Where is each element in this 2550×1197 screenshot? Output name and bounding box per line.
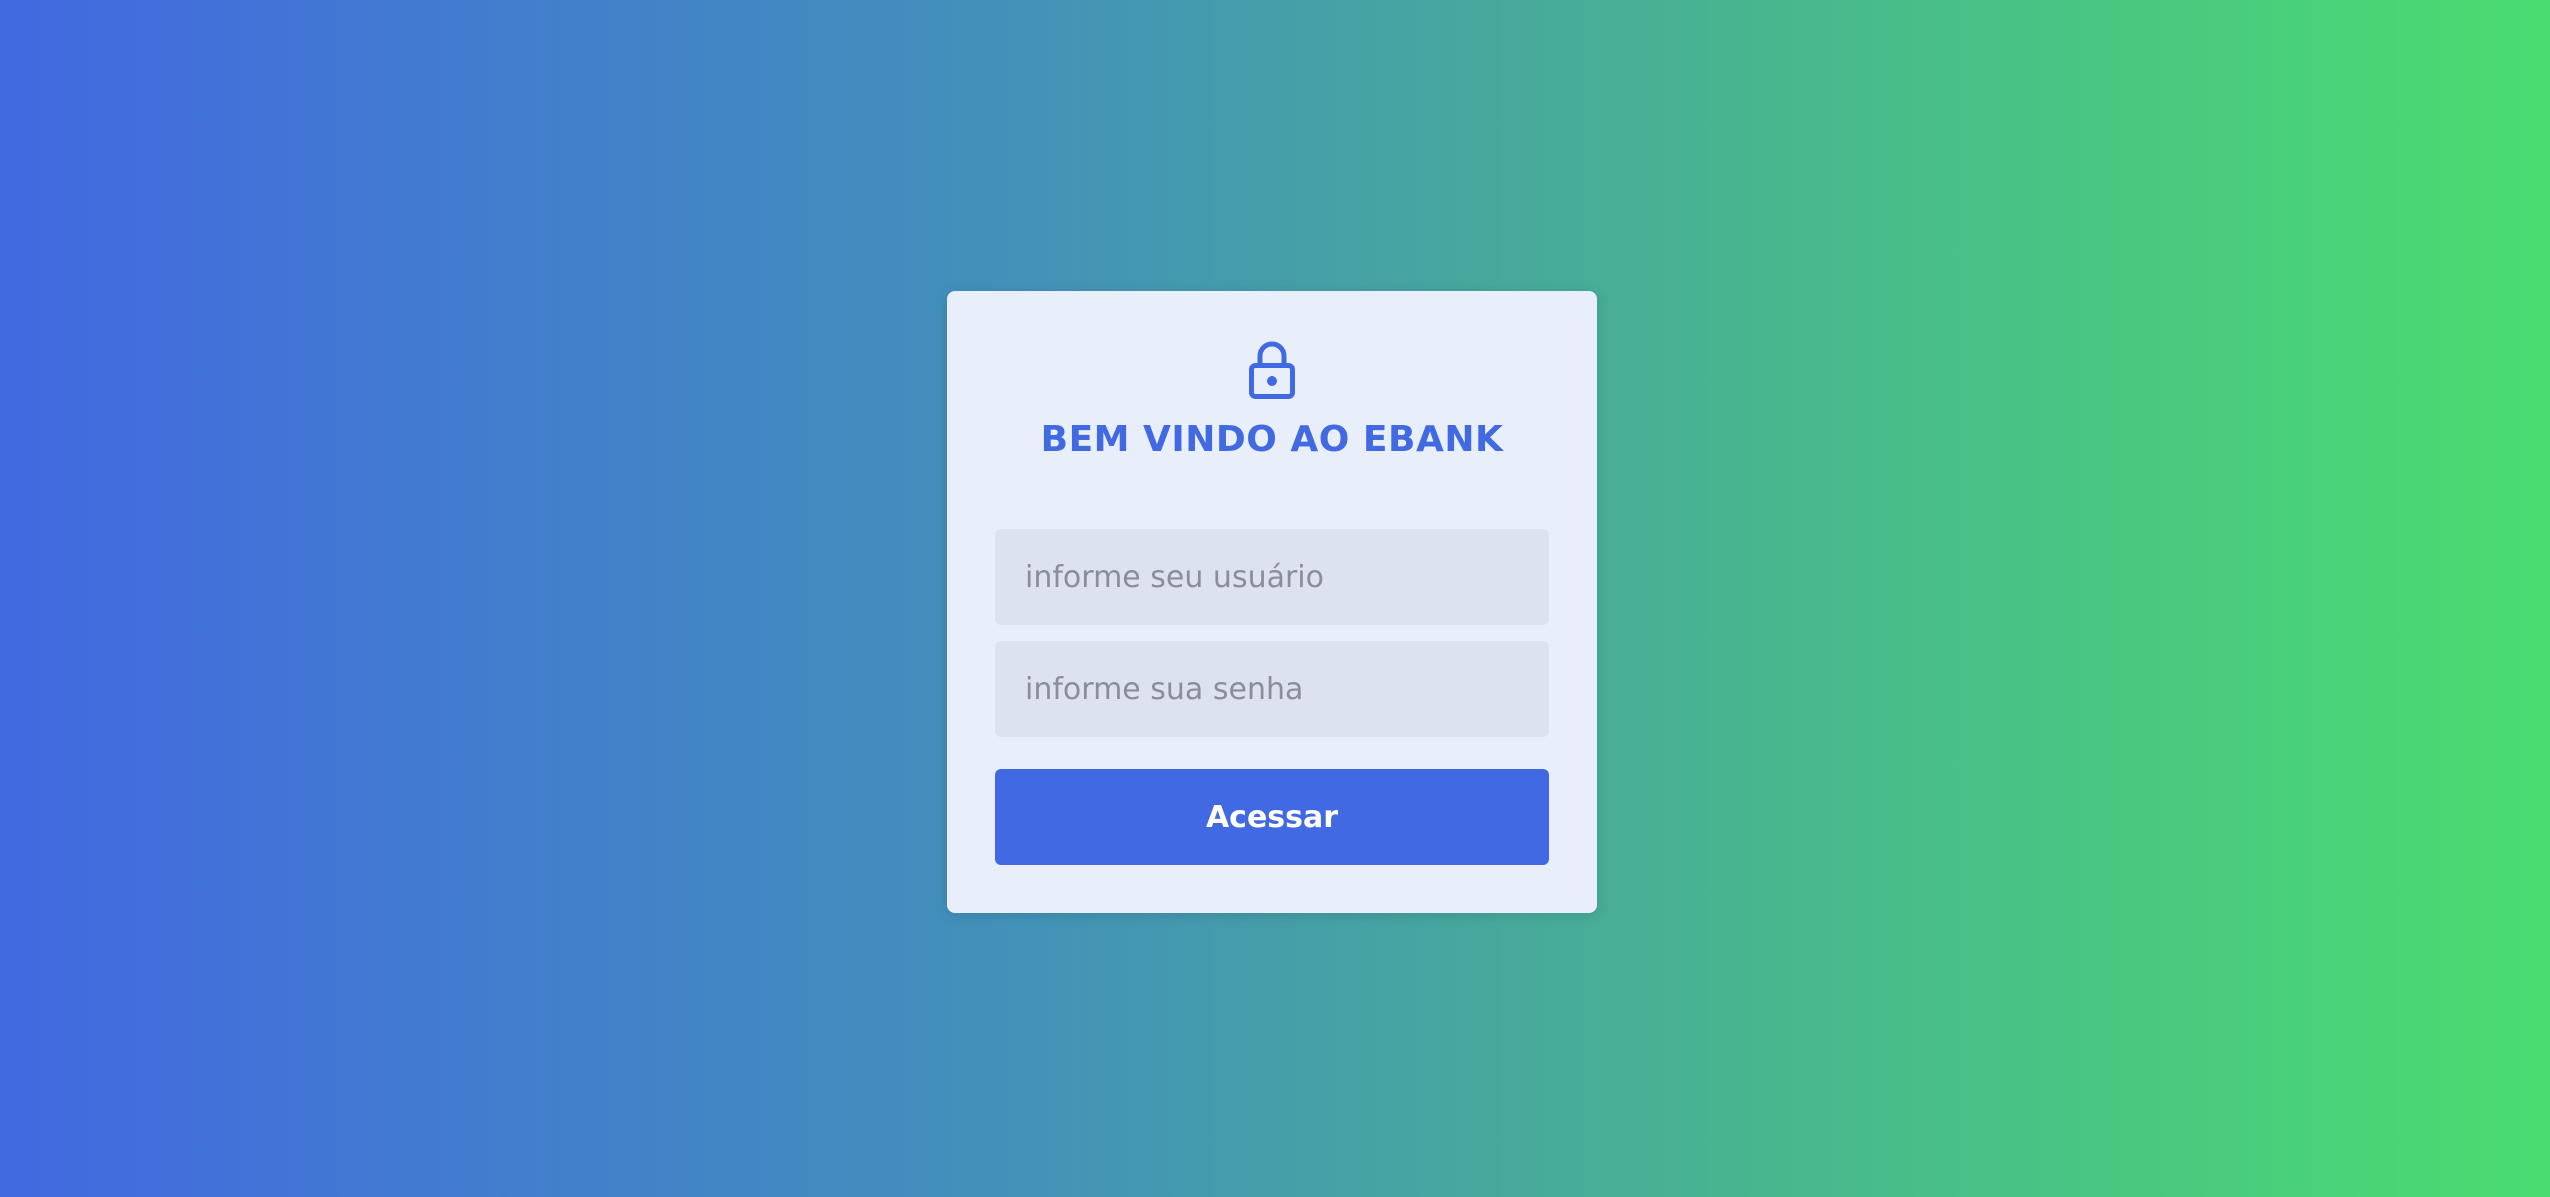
login-card: BEM VINDO AO EBANK Acessar [947,291,1597,913]
username-input[interactable] [995,529,1549,625]
login-page: { "colors": { "accent": "#4169E1", "card… [0,0,2550,1197]
password-input[interactable] [995,641,1549,737]
login-title: BEM VINDO AO EBANK [1040,419,1504,460]
lock-icon [1247,339,1297,399]
login-button[interactable]: Acessar [995,769,1549,865]
